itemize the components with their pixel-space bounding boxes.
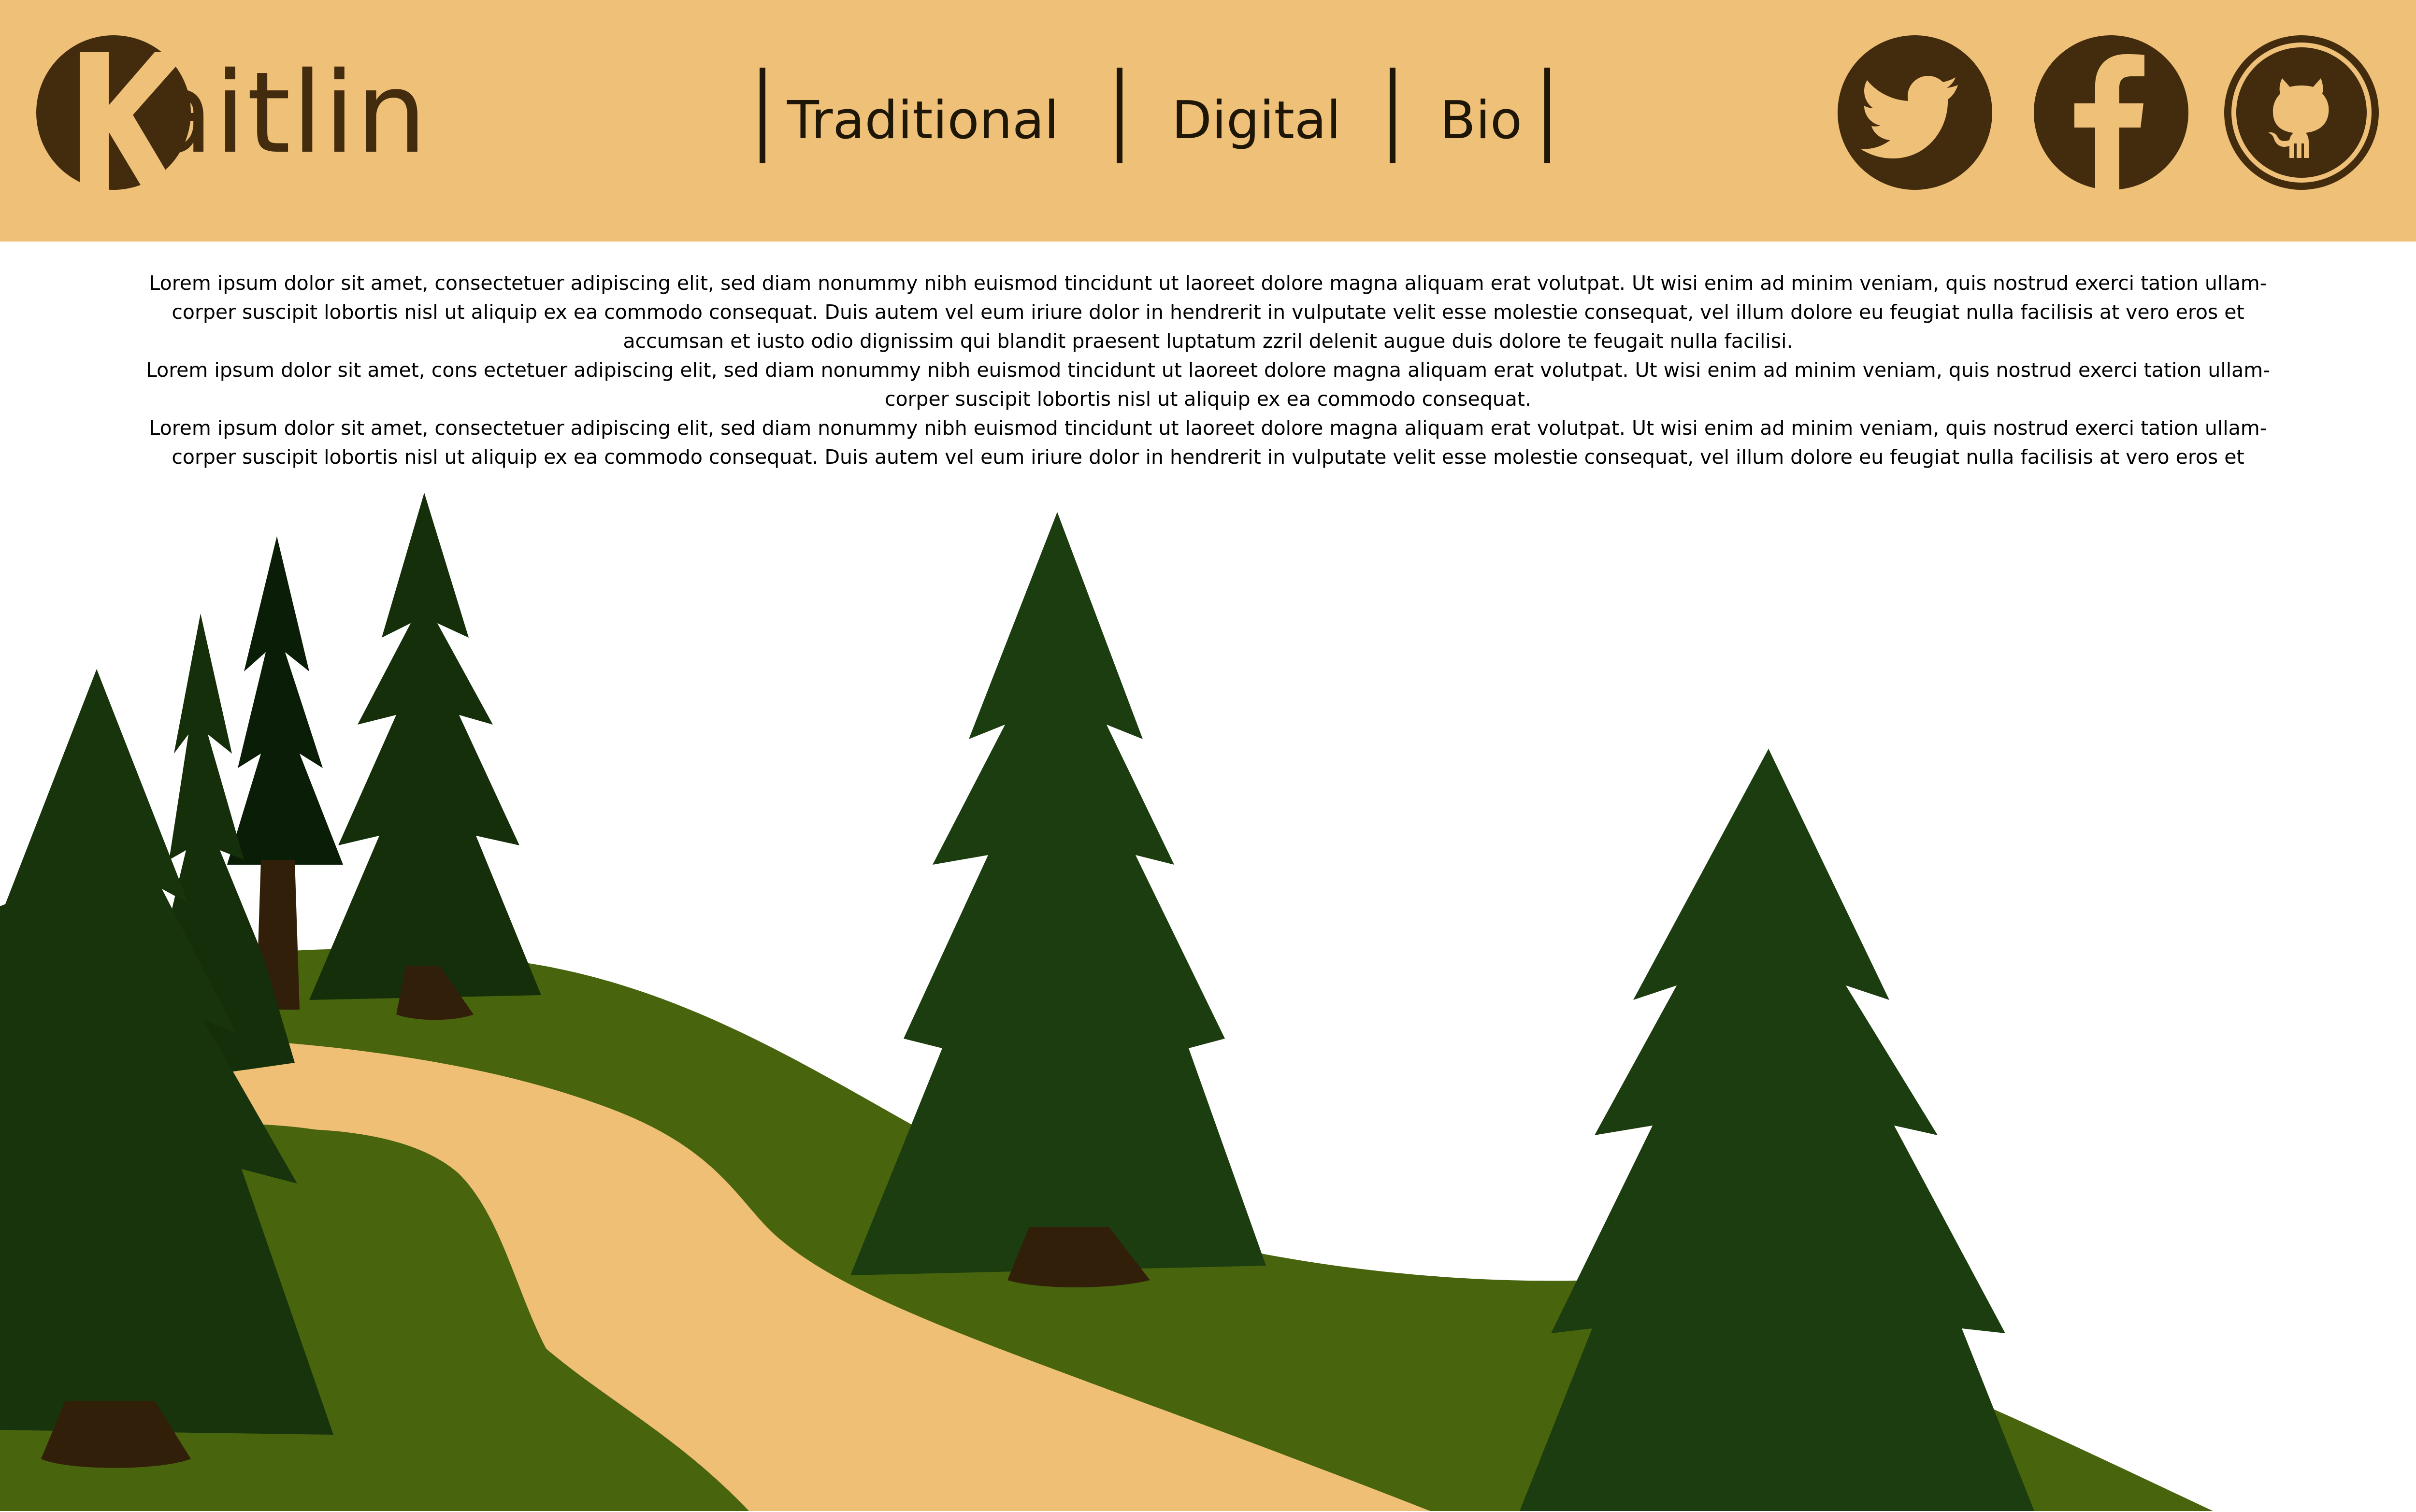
intro-text-line: corper suscipit lobortis nisl ut aliquip… <box>172 300 2244 324</box>
twitter-link[interactable] <box>1837 35 1993 190</box>
twitter-icon <box>1838 35 1992 190</box>
nav-divider <box>1117 68 1122 163</box>
intro-text-line: accumsan et iusto odio dignissim qui bla… <box>623 329 1793 353</box>
nav-divider <box>1390 68 1395 163</box>
nav-item-traditional[interactable]: Traditional <box>783 85 1063 157</box>
nav-item-bio[interactable]: Bio <box>1416 85 1546 157</box>
facebook-icon <box>2034 35 2188 190</box>
nav-divider <box>1544 68 1550 163</box>
intro-text: Lorem ipsum dolor sit amet, consectetuer… <box>97 269 2319 471</box>
nav-divider <box>760 68 765 163</box>
site-logo[interactable]: aitlin <box>34 29 517 203</box>
intro-text-line: corper suscipit lobortis nisl ut aliquip… <box>884 387 1532 411</box>
github-link[interactable] <box>2224 35 2379 190</box>
intro-text-line: Lorem ipsum dolor sit amet, cons ectetue… <box>145 358 2271 382</box>
intro-text-line: Lorem ipsum dolor sit amet, consectetuer… <box>149 271 2267 295</box>
intro-text-line: corper suscipit lobortis nisl ut aliquip… <box>172 445 2244 469</box>
intro-text-line: Lorem ipsum dolor sit amet, consectetuer… <box>149 416 2267 440</box>
logo-text: aitlin <box>145 48 428 178</box>
forest-landscape-illustration <box>0 493 2213 1511</box>
nav-item-digital[interactable]: Digital <box>1145 85 1367 157</box>
facebook-link[interactable] <box>2033 35 2189 190</box>
github-icon <box>2224 35 2379 190</box>
pine-tree <box>309 493 541 1020</box>
pine-tree <box>1520 749 2034 1511</box>
site-header: aitlin Traditional Digital Bio <box>0 0 2416 242</box>
pine-tree <box>850 512 1266 1287</box>
